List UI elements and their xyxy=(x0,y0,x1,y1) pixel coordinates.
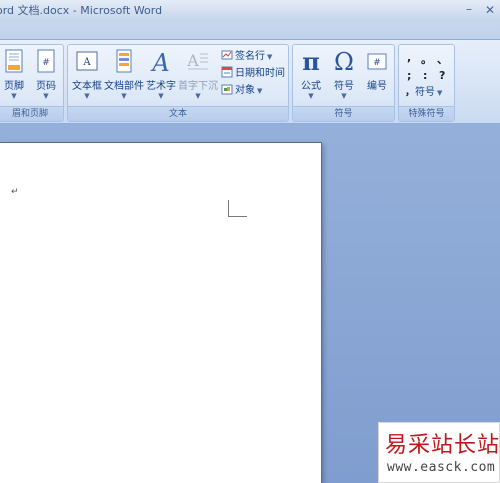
window-title: ord 文档.docx - Microsoft Word xyxy=(0,4,163,17)
title-bar: ord 文档.docx - Microsoft Word – ✕ xyxy=(0,0,500,22)
drop-cap-button[interactable]: A 首字下沉 ▼ xyxy=(178,49,218,103)
page-number-button[interactable]: # 页码 ▼ xyxy=(31,49,61,103)
text-box-icon: A xyxy=(76,51,98,71)
chevron-down-icon: ▼ xyxy=(43,92,49,100)
punct-semicolon[interactable]: ; xyxy=(407,69,411,82)
group-special-symbols: , 。 、 ; : ? ，符号 ▼ 特殊符号 xyxy=(398,44,455,122)
watermark-text: 易采站长站 xyxy=(385,433,500,458)
symbol-label: 符号 xyxy=(334,81,354,92)
special-symbol-label: 符号 xyxy=(415,87,435,98)
symbol-omega-icon: Ω xyxy=(334,48,354,76)
chevron-down-icon: ▼ xyxy=(267,53,273,61)
date-time-label: 日期和时间 xyxy=(235,68,285,79)
page-number-icon: # xyxy=(37,49,55,73)
minimize-button[interactable]: – xyxy=(462,2,476,18)
numbering-label: 编号 xyxy=(367,81,387,92)
chevron-down-icon: ▼ xyxy=(84,92,90,100)
wordart-button[interactable]: A 艺术字 ▼ xyxy=(145,49,177,103)
group-label-text: 文本 xyxy=(68,106,288,121)
chevron-down-icon: ▼ xyxy=(195,92,201,100)
text-box-label: 文本框 xyxy=(72,81,102,92)
document-page[interactable] xyxy=(0,142,322,483)
chevron-down-icon: ▼ xyxy=(11,92,17,100)
close-button[interactable]: ✕ xyxy=(482,2,498,18)
symbol-button[interactable]: Ω 符号 ▼ xyxy=(328,49,360,103)
object-button[interactable]: 对象 ▼ xyxy=(221,83,262,99)
svg-text:A: A xyxy=(82,57,91,68)
watermark-url: www.easck.com xyxy=(387,460,496,475)
page-number-label: 页码 xyxy=(36,81,56,92)
quick-parts-label: 文档部件 xyxy=(104,81,144,92)
special-comma-icon: ， xyxy=(405,87,415,98)
punct-period[interactable]: 。 xyxy=(421,51,432,67)
group-header-footer: 页脚 ▼ # 页码 ▼ 眉和页脚 xyxy=(0,44,64,122)
signature-line-button[interactable]: 签名行 ▼ xyxy=(221,49,272,65)
group-label-header-footer: 眉和页脚 xyxy=(0,106,63,121)
footer-label: 页脚 xyxy=(4,81,24,92)
chevron-down-icon: ▼ xyxy=(121,92,127,100)
object-icon xyxy=(221,84,233,95)
group-symbols: π 公式 ▼ Ω 符号 ▼ # 编号 符号 xyxy=(292,44,395,122)
equation-label: 公式 xyxy=(301,81,321,92)
wordart-icon: A xyxy=(150,49,169,75)
equation-pi-icon: π xyxy=(302,47,320,76)
quick-parts-icon xyxy=(116,49,132,73)
object-label: 对象 xyxy=(235,85,255,96)
punct-question[interactable]: ? xyxy=(439,69,445,82)
chevron-down-icon: ▼ xyxy=(341,92,347,100)
ribbon: 页脚 ▼ # 页码 ▼ 眉和页脚 A 文本框 ▼ 文档部件 ▼ A 艺术字 ▼ … xyxy=(0,40,500,124)
ribbon-tab-strip xyxy=(0,22,500,40)
group-text: A 文本框 ▼ 文档部件 ▼ A 艺术字 ▼ A 首字下沉 ▼ 签名行 ▼ 日期… xyxy=(67,44,289,122)
date-time-icon xyxy=(221,66,233,78)
equation-button[interactable]: π 公式 ▼ xyxy=(295,49,327,103)
drop-cap-label: 首字下沉 xyxy=(178,81,218,92)
punct-comma[interactable]: , xyxy=(407,51,411,64)
chevron-down-icon: ▼ xyxy=(437,89,443,97)
chevron-down-icon: ▼ xyxy=(158,92,164,100)
footer-icon xyxy=(5,49,23,73)
footer-button[interactable]: 页脚 ▼ xyxy=(0,49,29,103)
paragraph-mark: ↵ xyxy=(11,187,19,197)
text-box-button[interactable]: A 文本框 ▼ xyxy=(70,49,104,103)
signature-line-icon xyxy=(221,50,233,60)
svg-text:A: A xyxy=(150,49,169,75)
quick-parts-button[interactable]: 文档部件 ▼ xyxy=(104,49,144,103)
punct-colon[interactable]: : xyxy=(423,69,427,82)
chevron-down-icon: ▼ xyxy=(308,92,314,100)
special-symbol-button[interactable]: ，符号 ▼ xyxy=(405,85,442,101)
svg-text:A: A xyxy=(186,51,199,70)
margin-corner-mark xyxy=(228,200,247,217)
numbering-button[interactable]: # 编号 xyxy=(361,49,393,103)
group-label-symbols: 符号 xyxy=(293,106,394,121)
wordart-label: 艺术字 xyxy=(146,81,176,92)
svg-text:#: # xyxy=(373,58,381,68)
watermark: 易采站长站 www.easck.com xyxy=(378,422,500,483)
signature-line-label: 签名行 xyxy=(235,51,265,62)
punct-enumeration-comma[interactable]: 、 xyxy=(437,51,448,67)
date-time-button[interactable]: 日期和时间 xyxy=(221,66,285,82)
chevron-down-icon: ▼ xyxy=(257,87,263,95)
drop-cap-icon: A xyxy=(186,51,208,70)
svg-text:#: # xyxy=(42,58,50,68)
numbering-icon: # xyxy=(367,53,387,70)
group-label-special-symbols: 特殊符号 xyxy=(399,106,454,121)
